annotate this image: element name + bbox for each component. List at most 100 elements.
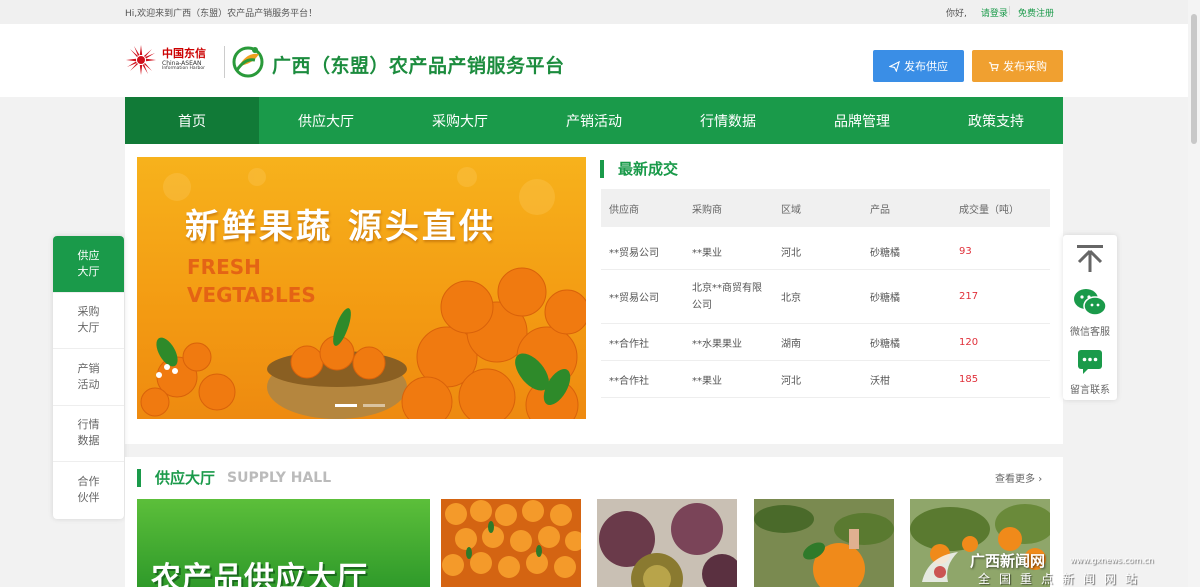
- cell-volume: 120: [959, 336, 979, 348]
- divider: |: [1007, 6, 1011, 16]
- watermark-url: www.gxnews.com.cn: [1070, 556, 1154, 565]
- banner-fresh-text: FRESH: [187, 255, 261, 279]
- nav-purchase-hall[interactable]: 采购大厅: [393, 97, 527, 144]
- supply-hall-title: 供应大厅: [155, 469, 216, 487]
- cell-product: 砂糖橘: [870, 247, 900, 259]
- banner-slogan: 新鲜果蔬 源头直供: [185, 207, 496, 247]
- cell-supplier: **贸易公司: [609, 247, 659, 259]
- supply-hall-card-text: 农产品供应大厅: [151, 561, 368, 587]
- logo-cn-text: 中国东信: [162, 47, 206, 61]
- cell-supplier: **合作社: [609, 338, 649, 350]
- wechat-service-label[interactable]: 微信客服: [1063, 323, 1117, 338]
- banner-carousel[interactable]: 新鲜果蔬 源头直供 FRESH VEGTABLES: [137, 157, 586, 419]
- message-icon[interactable]: [1077, 349, 1103, 375]
- table-header: 供应商 采购商 区域 产品 成交量（吨）: [601, 189, 1050, 227]
- platform-title: 广西（东盟）农产品产销服务平台: [272, 55, 565, 77]
- view-more-label: 查看更多: [995, 474, 1035, 485]
- tree-orange-photo: [754, 499, 894, 587]
- cell-product: 砂糖橘: [870, 338, 900, 350]
- cell-product: 沃柑: [870, 375, 890, 387]
- main-nav: 首页 供应大厅 采购大厅 产销活动 行情数据 品牌管理 政策支持: [125, 97, 1063, 144]
- latest-deals-title: 最新成交: [618, 160, 679, 178]
- login-link[interactable]: 请登录: [981, 6, 1008, 19]
- cell-volume: 217: [959, 291, 979, 302]
- carousel-dot[interactable]: [335, 404, 357, 407]
- leftnav-supply-hall[interactable]: 供应大厅: [53, 236, 124, 293]
- left-float-nav: 供应大厅 采购大厅 产销活动 行情数据 合作伙伴: [53, 236, 124, 519]
- latest-deals-table: 供应商 采购商 区域 产品 成交量（吨） **贸易公司 **果业 河北 砂糖橘 …: [601, 189, 1050, 398]
- col-region: 区域: [781, 204, 801, 216]
- cell-volume: 185: [959, 373, 979, 385]
- burst-logo-icon: [125, 44, 157, 76]
- supply-hall-heading: 供应大厅 SUPPLY HALL: [137, 467, 331, 488]
- gxnews-watermark: 广西新闻网 www.gxnews.com.cn 全国重点新闻网站: [918, 546, 1200, 587]
- welcome-text: Hi,欢迎来到广西（东盟）农产品产销服务平台！: [125, 9, 318, 19]
- back-to-top-icon[interactable]: [1075, 243, 1105, 273]
- watermark-cn: 广西新闻网: [970, 552, 1046, 570]
- logo-en2-text: Information Harbor: [162, 66, 205, 72]
- product-card[interactable]: [597, 499, 737, 587]
- leftnav-label: 产销活动: [77, 361, 100, 391]
- cell-buyer: **果业: [692, 375, 722, 387]
- cell-region: 河北: [781, 247, 801, 259]
- view-more-link[interactable]: 查看更多 ›: [995, 470, 1042, 485]
- scrollbar-thumb[interactable]: [1191, 14, 1197, 144]
- product-card[interactable]: [754, 499, 894, 587]
- platform-leaf-logo-icon[interactable]: [231, 44, 265, 78]
- publish-supply-label: 发布供应: [904, 60, 948, 73]
- col-product: 产品: [870, 204, 890, 216]
- chevron-right-icon: ›: [1038, 474, 1043, 485]
- cell-supplier: **贸易公司: [609, 293, 659, 304]
- plums-photo: [597, 499, 737, 587]
- watermark-sub: 全国重点新闻网站: [978, 572, 1147, 586]
- cell-supplier: **合作社: [609, 375, 649, 387]
- hello-text: 你好,: [946, 9, 967, 19]
- table-row: **合作社 **果业 河北 沃柑 185: [601, 361, 1050, 398]
- wechat-icon[interactable]: [1073, 287, 1107, 317]
- cell-region: 河北: [781, 375, 801, 387]
- nav-brand[interactable]: 品牌管理: [795, 97, 929, 144]
- leave-message-label[interactable]: 留言联系: [1063, 381, 1117, 396]
- logo-divider: [224, 46, 225, 78]
- cell-region: 北京: [781, 293, 801, 304]
- right-float-tools: 微信客服 留言联系: [1063, 235, 1117, 400]
- china-asean-logo[interactable]: 中国东信 China-ASEAN Information Harbor: [125, 44, 206, 76]
- leftnav-market-data[interactable]: 行情数据: [53, 406, 124, 462]
- nav-market-data[interactable]: 行情数据: [661, 97, 795, 144]
- cell-volume: 93: [959, 245, 972, 257]
- leftnav-label: 供应大厅: [77, 248, 100, 278]
- publish-supply-button[interactable]: 发布供应: [873, 50, 964, 82]
- gxnews-logo-icon: [922, 552, 958, 582]
- product-card[interactable]: [441, 499, 581, 587]
- leftnav-partners[interactable]: 合作伙伴: [53, 462, 124, 519]
- cell-product: 砂糖橘: [870, 293, 900, 304]
- header: 中国东信 China-ASEAN Information Harbor 广西（东…: [0, 24, 1200, 97]
- heading-accent-bar: [600, 159, 604, 178]
- table-row: **贸易公司 **果业 河北 砂糖橘 93: [601, 233, 1050, 270]
- col-volume: 成交量（吨）: [959, 204, 1019, 216]
- nav-policy[interactable]: 政策支持: [929, 97, 1063, 144]
- publish-purchase-label: 发布采购: [1003, 60, 1047, 73]
- carousel-dot[interactable]: [363, 404, 385, 407]
- table-row: **合作社 **水果果业 湖南 砂糖橘 120: [601, 324, 1050, 361]
- cell-buyer: **水果果业: [692, 338, 742, 350]
- col-buyer: 采购商: [692, 204, 722, 216]
- publish-purchase-button[interactable]: 发布采购: [972, 50, 1063, 82]
- nav-supply-hall[interactable]: 供应大厅: [259, 97, 393, 144]
- nav-home[interactable]: 首页: [125, 97, 259, 144]
- carousel-dots: [335, 404, 385, 407]
- cell-buyer: **果业: [692, 247, 722, 259]
- cart-icon: [988, 61, 999, 71]
- heading-accent-bar: [137, 468, 141, 487]
- supply-hall-title-en: SUPPLY HALL: [227, 469, 332, 486]
- page-scrollbar[interactable]: [1188, 0, 1200, 587]
- table-row: **贸易公司 北京**商贸有限公司 北京 砂糖橘 217: [601, 270, 1050, 324]
- register-link[interactable]: 免费注册: [1018, 6, 1054, 19]
- top-bar: Hi,欢迎来到广西（东盟）农产品产销服务平台！ 你好, 请登录 | 免费注册: [0, 0, 1200, 24]
- supply-hall-banner-card[interactable]: 农产品供应大厅: [137, 499, 430, 587]
- leftnav-events[interactable]: 产销活动: [53, 349, 124, 406]
- leftnav-purchase-hall[interactable]: 采购大厅: [53, 293, 124, 349]
- nav-events[interactable]: 产销活动: [527, 97, 661, 144]
- banner-vegetables-text: VEGTABLES: [187, 283, 316, 307]
- latest-deals-heading: 最新成交: [600, 158, 678, 179]
